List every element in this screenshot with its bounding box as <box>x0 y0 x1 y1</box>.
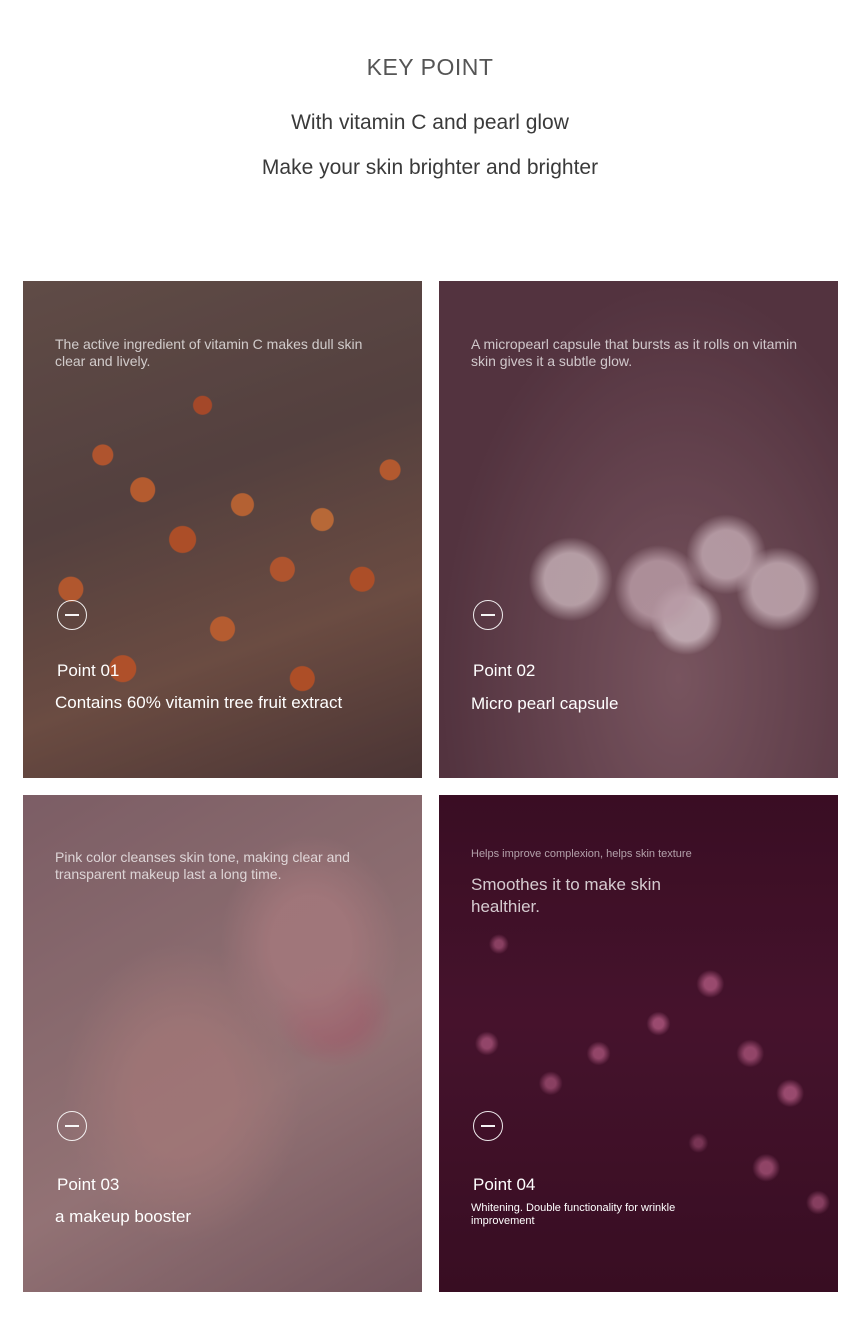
point-card-3: Pink color cleanses skin tone, making cl… <box>23 795 422 1292</box>
card-description: Pink color cleanses skin tone, making cl… <box>55 849 350 882</box>
point-card-1: The active ingredient of vitamin C makes… <box>23 281 422 778</box>
subtitle-line2: Make your skin brighter and brighter <box>261 156 599 179</box>
subtitle-line1: With vitamin C and pearl glow <box>291 111 569 134</box>
point-card-4: Helps improve complexion, helps skin tex… <box>439 795 838 1292</box>
card-caption: Whitening. Double functionality for wrin… <box>471 1202 676 1227</box>
minus-circle-icon[interactable] <box>473 1111 503 1141</box>
card-caption: a makeup booster <box>55 1207 192 1226</box>
minus-circle-icon[interactable] <box>57 600 87 630</box>
point-label: Point 04 <box>473 1175 536 1194</box>
minus-circle-icon[interactable] <box>473 600 503 630</box>
point-label: Point 03 <box>57 1175 120 1194</box>
point-label: Point 02 <box>473 661 536 680</box>
point-label: Point 01 <box>57 661 120 680</box>
card-caption: Contains 60% vitamin tree fruit extract <box>55 693 343 712</box>
minus-circle-icon[interactable] <box>57 1111 87 1141</box>
page-title: KEY POINT <box>366 54 494 80</box>
card-description: The active ingredient of vitamin C makes… <box>55 336 363 369</box>
card-caption: Micro pearl capsule <box>471 694 619 713</box>
card-description: A micropearl capsule that bursts as it r… <box>471 336 798 369</box>
point-card-2: A micropearl capsule that bursts as it r… <box>439 281 838 778</box>
card-description-small: Helps improve complexion, helps skin tex… <box>471 848 692 860</box>
card-description-large: Smoothes it to make skin healthier. <box>471 875 661 916</box>
